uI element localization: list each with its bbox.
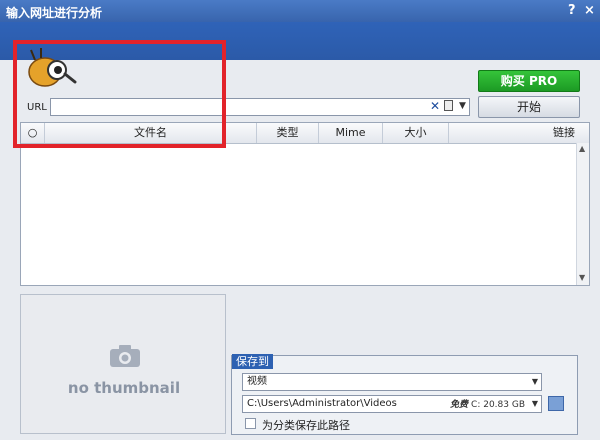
free-tag: 免费 [450,400,469,410]
column-type[interactable]: 类型 [257,123,319,143]
window-title: 输入网址进行分析 [6,6,103,20]
free-space-value: C: 20.83 GB [471,400,525,410]
url-input[interactable] [50,98,470,116]
thumbnail-panel: no thumbnail [20,294,226,434]
save-path-checkbox-label: 为分类保存此路径 [262,419,350,432]
format-value: 视频 [247,376,267,387]
column-filename[interactable]: 文件名 [45,123,257,143]
save-path-select[interactable]: C:\Users\Administrator\Videos 免费 C: 20.83… [242,395,542,413]
column-mime[interactable]: Mime [319,123,383,143]
mascot-logo-icon [28,48,77,87]
free-space-info: 免费 C: 20.83 GB [450,397,525,413]
paste-clipboard-icon[interactable] [444,100,453,111]
column-select[interactable]: ○ [21,123,45,143]
format-select[interactable]: 视频 ▼ [242,373,542,391]
url-label: URL [27,102,47,113]
scroll-up-icon[interactable]: ▲ [579,144,585,153]
table-header: ○ 文件名 类型 Mime 大小 链接 [21,123,589,144]
column-size[interactable]: 大小 [383,123,449,143]
table-scrollbar[interactable]: ▲ ▼ [576,143,589,285]
column-link[interactable]: 链接 [449,123,577,143]
save-path-checkbox[interactable] [245,418,256,429]
clear-url-icon[interactable]: ✕ [430,99,440,113]
no-thumbnail-text: no thumbnail [67,379,181,397]
save-to-label: 保存到 [232,354,273,369]
url-history-dropdown-icon[interactable]: ▼ [459,101,466,111]
close-button[interactable]: × [584,3,595,18]
help-button[interactable]: ? [568,3,576,18]
start-button[interactable]: 开始 [478,96,580,118]
analyze-url-dialog: 输入网址进行分析 ? × 购买 PRO 开始 URL ✕ ▼ ○ 文件名 类型 … [0,0,600,440]
title-bar: 输入网址进行分析 ? × [0,0,600,22]
chevron-down-icon: ▼ [531,399,538,408]
buy-pro-button[interactable]: 购买 PRO [478,70,580,92]
file-list-table[interactable]: ○ 文件名 类型 Mime 大小 链接 ▲ ▼ [20,122,590,286]
chevron-down-icon: ▼ [531,377,538,386]
camera-icon [110,345,140,367]
browse-folder-button[interactable] [548,396,564,411]
header-band [0,22,600,60]
scroll-down-icon[interactable]: ▼ [579,273,585,282]
save-path-value: C:\Users\Administrator\Videos [247,398,397,409]
